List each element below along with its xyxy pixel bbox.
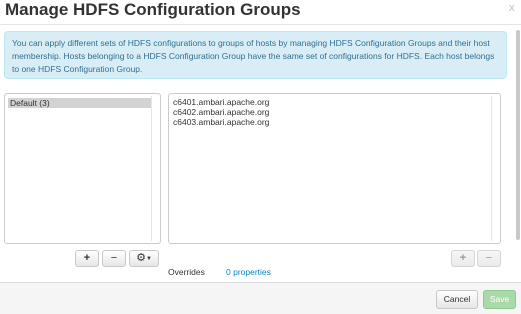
cancel-button[interactable]: Cancel bbox=[436, 290, 478, 309]
remove-group-button[interactable]: − bbox=[102, 250, 126, 267]
gear-icon: ⚙ bbox=[136, 252, 146, 264]
overrides-properties-link[interactable]: 0 properties bbox=[226, 267, 271, 277]
hosts-list[interactable]: c6401.ambari.apache.org c6402.ambari.apa… bbox=[168, 93, 501, 244]
hosts-items: c6401.ambari.apache.org c6402.ambari.apa… bbox=[173, 97, 269, 127]
list-item-default-group[interactable]: Default (3) bbox=[8, 98, 151, 108]
info-alert: You can apply different sets of HDFS con… bbox=[4, 31, 507, 79]
list-item-host[interactable]: c6403.ambari.apache.org bbox=[173, 117, 269, 127]
plus-icon: + bbox=[459, 252, 467, 264]
minus-icon: − bbox=[110, 252, 118, 264]
chevron-down-icon: ▼ bbox=[145, 256, 152, 262]
remove-hosts-button[interactable]: − bbox=[477, 250, 501, 267]
save-button[interactable]: Save bbox=[483, 290, 516, 309]
hosts-scrollbar-track bbox=[491, 96, 498, 241]
dialog-title: Manage HDFS Configuration Groups bbox=[5, 0, 301, 19]
manage-config-groups-dialog: Manage HDFS Configuration Groups x You c… bbox=[0, 0, 521, 314]
config-groups-list[interactable]: Default (3) bbox=[4, 93, 161, 244]
add-hosts-button[interactable]: + bbox=[451, 250, 475, 267]
list-item-host[interactable]: c6402.ambari.apache.org bbox=[173, 107, 269, 117]
overrides-label: Overrides bbox=[168, 267, 205, 277]
groups-scrollbar-track bbox=[151, 96, 158, 241]
minus-icon: − bbox=[485, 252, 493, 264]
dialog-scrollbar[interactable] bbox=[516, 30, 520, 240]
close-icon[interactable]: x bbox=[509, 2, 515, 14]
header-divider bbox=[0, 24, 521, 25]
group-settings-dropdown[interactable]: ⚙▼ bbox=[129, 250, 159, 267]
add-group-button[interactable]: + bbox=[75, 250, 99, 267]
plus-icon: + bbox=[83, 252, 91, 264]
list-item-host[interactable]: c6401.ambari.apache.org bbox=[173, 97, 269, 107]
